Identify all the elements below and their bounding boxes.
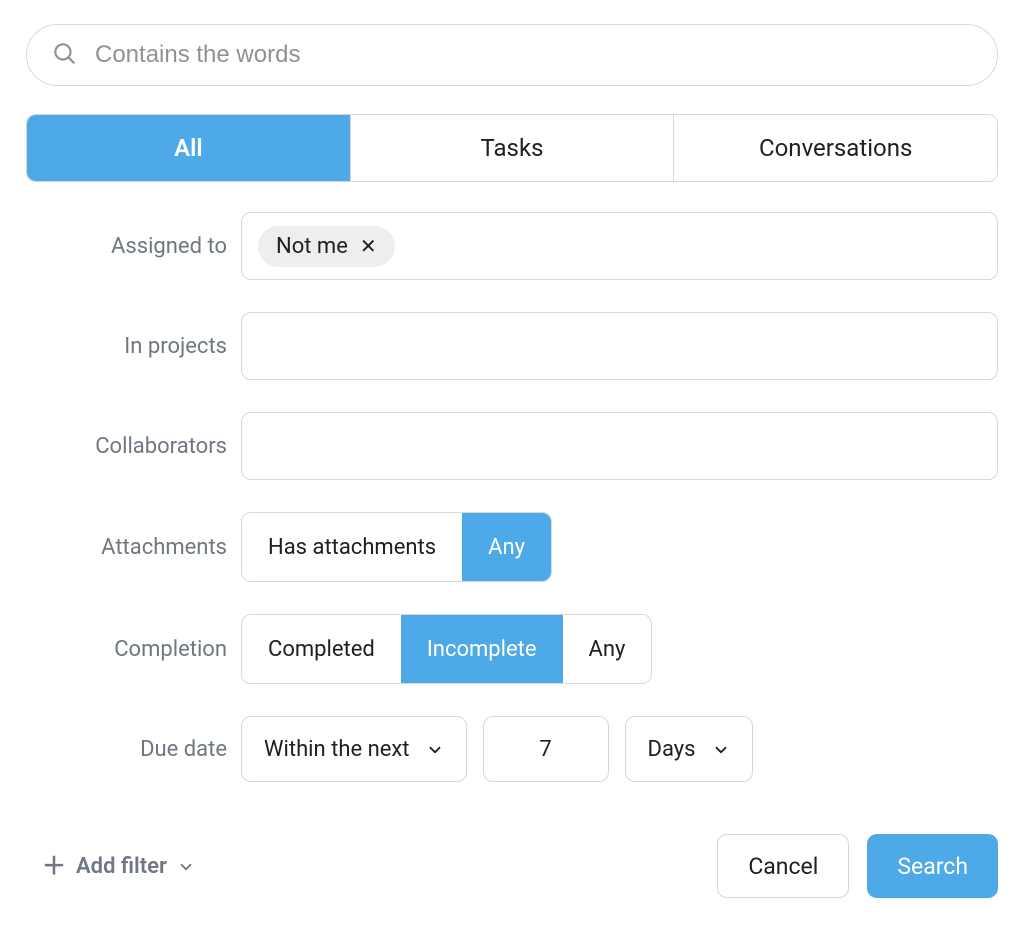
assigned-to-input[interactable]: Not me ✕ xyxy=(241,212,998,280)
filter-label: Completion xyxy=(26,637,241,662)
footer-actions: Cancel Search xyxy=(717,834,998,898)
collaborators-input[interactable] xyxy=(241,412,998,480)
in-projects-input[interactable] xyxy=(241,312,998,380)
filter-label: Collaborators xyxy=(26,434,241,459)
search-input[interactable] xyxy=(95,41,973,69)
search-icon xyxy=(51,40,77,70)
completion-option-any[interactable]: Any xyxy=(563,615,652,683)
attachments-option-any[interactable]: Any xyxy=(462,513,551,581)
filter-row-attachments: Attachments Has attachments Any xyxy=(26,512,998,582)
assigned-to-chip: Not me ✕ xyxy=(258,226,395,267)
filters: Assigned to Not me ✕ In projects Collabo… xyxy=(26,212,998,782)
chevron-down-icon xyxy=(712,740,730,758)
plus-icon: ＋ xyxy=(42,854,66,878)
search-bar[interactable] xyxy=(26,24,998,86)
scope-tabs: All Tasks Conversations xyxy=(26,114,998,182)
footer: ＋ Add filter Cancel Search xyxy=(26,834,998,898)
add-filter-button[interactable]: ＋ Add filter xyxy=(26,854,195,879)
num-value: 7 xyxy=(539,737,551,762)
filter-label: Due date xyxy=(26,737,241,762)
filter-label: In projects xyxy=(26,334,241,359)
add-filter-label: Add filter xyxy=(76,854,167,879)
scope-tab-all[interactable]: All xyxy=(27,115,350,181)
select-value: Days xyxy=(648,737,696,762)
search-button[interactable]: Search xyxy=(867,834,998,898)
chevron-down-icon xyxy=(177,857,195,875)
filter-row-assigned-to: Assigned to Not me ✕ xyxy=(26,212,998,280)
due-date-range-select[interactable]: Within the next xyxy=(241,716,467,782)
cancel-button[interactable]: Cancel xyxy=(717,834,849,898)
filter-row-in-projects: In projects xyxy=(26,312,998,380)
attachments-toggle: Has attachments Any xyxy=(241,512,552,582)
select-value: Within the next xyxy=(264,737,410,762)
due-date-unit-select[interactable]: Days xyxy=(625,716,753,782)
scope-tab-tasks[interactable]: Tasks xyxy=(350,115,674,181)
attachments-option-has[interactable]: Has attachments xyxy=(242,513,462,581)
completion-toggle: Completed Incomplete Any xyxy=(241,614,652,684)
filter-row-collaborators: Collaborators xyxy=(26,412,998,480)
chevron-down-icon xyxy=(426,740,444,758)
chip-remove-icon[interactable]: ✕ xyxy=(360,236,377,256)
filter-row-due-date: Due date Within the next 7 Days xyxy=(26,716,998,782)
filter-label: Assigned to xyxy=(26,234,241,259)
chip-text: Not me xyxy=(276,234,348,259)
scope-tab-conversations[interactable]: Conversations xyxy=(673,115,997,181)
due-date-value-input[interactable]: 7 xyxy=(483,716,609,782)
filter-label: Attachments xyxy=(26,535,241,560)
completion-option-completed[interactable]: Completed xyxy=(242,615,401,683)
completion-option-incomplete[interactable]: Incomplete xyxy=(401,615,563,683)
filter-row-completion: Completion Completed Incomplete Any xyxy=(26,614,998,684)
